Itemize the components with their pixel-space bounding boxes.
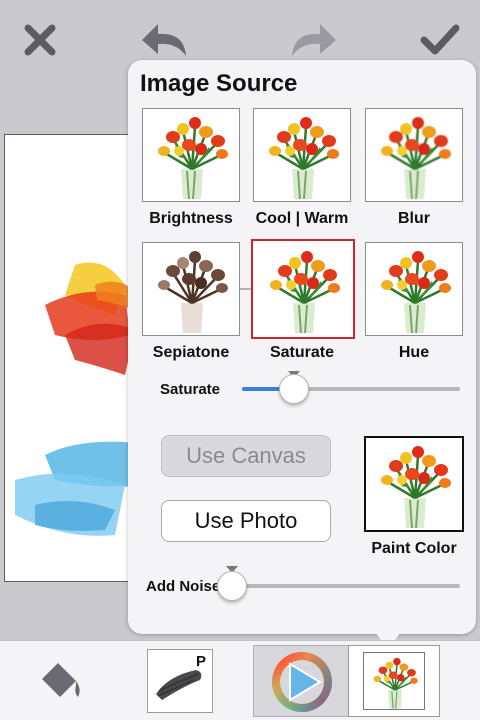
popover-title: Image Source [140,70,298,97]
thumbnail-sepiatone[interactable] [142,242,240,336]
checkmark-icon [420,24,460,55]
tulip-image [366,109,462,201]
undo-arrow-icon [142,24,186,56]
image-source-popover: Image Source Brightness Cool | Warm Blur… [128,60,476,634]
thumbnail-hue[interactable] [365,242,463,336]
noise-slider-thumb[interactable] [217,571,247,601]
tulip-image [143,109,239,201]
brush-button[interactable]: P [147,649,213,713]
confirm-button[interactable] [414,14,466,66]
photo-source-button[interactable] [348,645,440,717]
close-x-icon [24,24,56,56]
thumbnail-brightness[interactable] [142,108,240,202]
saturate-slider-thumb[interactable] [279,374,310,404]
thumbnail-cool-warm[interactable] [253,108,351,202]
use-canvas-button[interactable]: Use Canvas [161,435,331,477]
color-wheel-icon [272,652,332,712]
tulip-image [364,653,424,709]
thumbnail-label: Sepiatone [152,344,230,361]
noise-slider-label: Add Noise [146,578,221,595]
redo-arrow-icon [292,24,336,56]
noise-slider-track[interactable] [232,584,460,588]
use-photo-button[interactable]: Use Photo [161,500,331,542]
undo-button[interactable] [140,14,192,66]
redo-button[interactable] [286,14,338,66]
thumbnail-label: Blur [398,210,430,227]
tulip-image [366,438,462,530]
cancel-button[interactable] [14,14,66,66]
thumbnail-blur[interactable] [365,108,463,202]
tulip-image [366,243,462,335]
tulip-image [254,109,350,201]
bottom-toolbar: P [0,640,480,720]
paint-bucket-icon [42,663,80,697]
thumbnail-label: Hue [398,344,430,361]
paint-color-label: Paint Color [371,540,457,557]
paint-color-swatch[interactable] [364,436,464,532]
thumbnail-label: Brightness [149,210,233,227]
bucket-button[interactable] [30,647,90,715]
thumbnail-label: Cool | Warm [255,210,349,227]
photo-thumbnail-icon [363,652,425,710]
color-picker-button[interactable] [253,645,349,717]
tulip-image [255,243,353,337]
saturate-slider-label: Saturate [160,381,221,398]
brush-badge: P [195,653,206,670]
thumbnail-label: Saturate [269,344,335,361]
thumbnail-saturate[interactable] [251,239,355,339]
tulip-image-sepia [143,243,239,335]
saturate-slider-track[interactable] [242,387,460,391]
